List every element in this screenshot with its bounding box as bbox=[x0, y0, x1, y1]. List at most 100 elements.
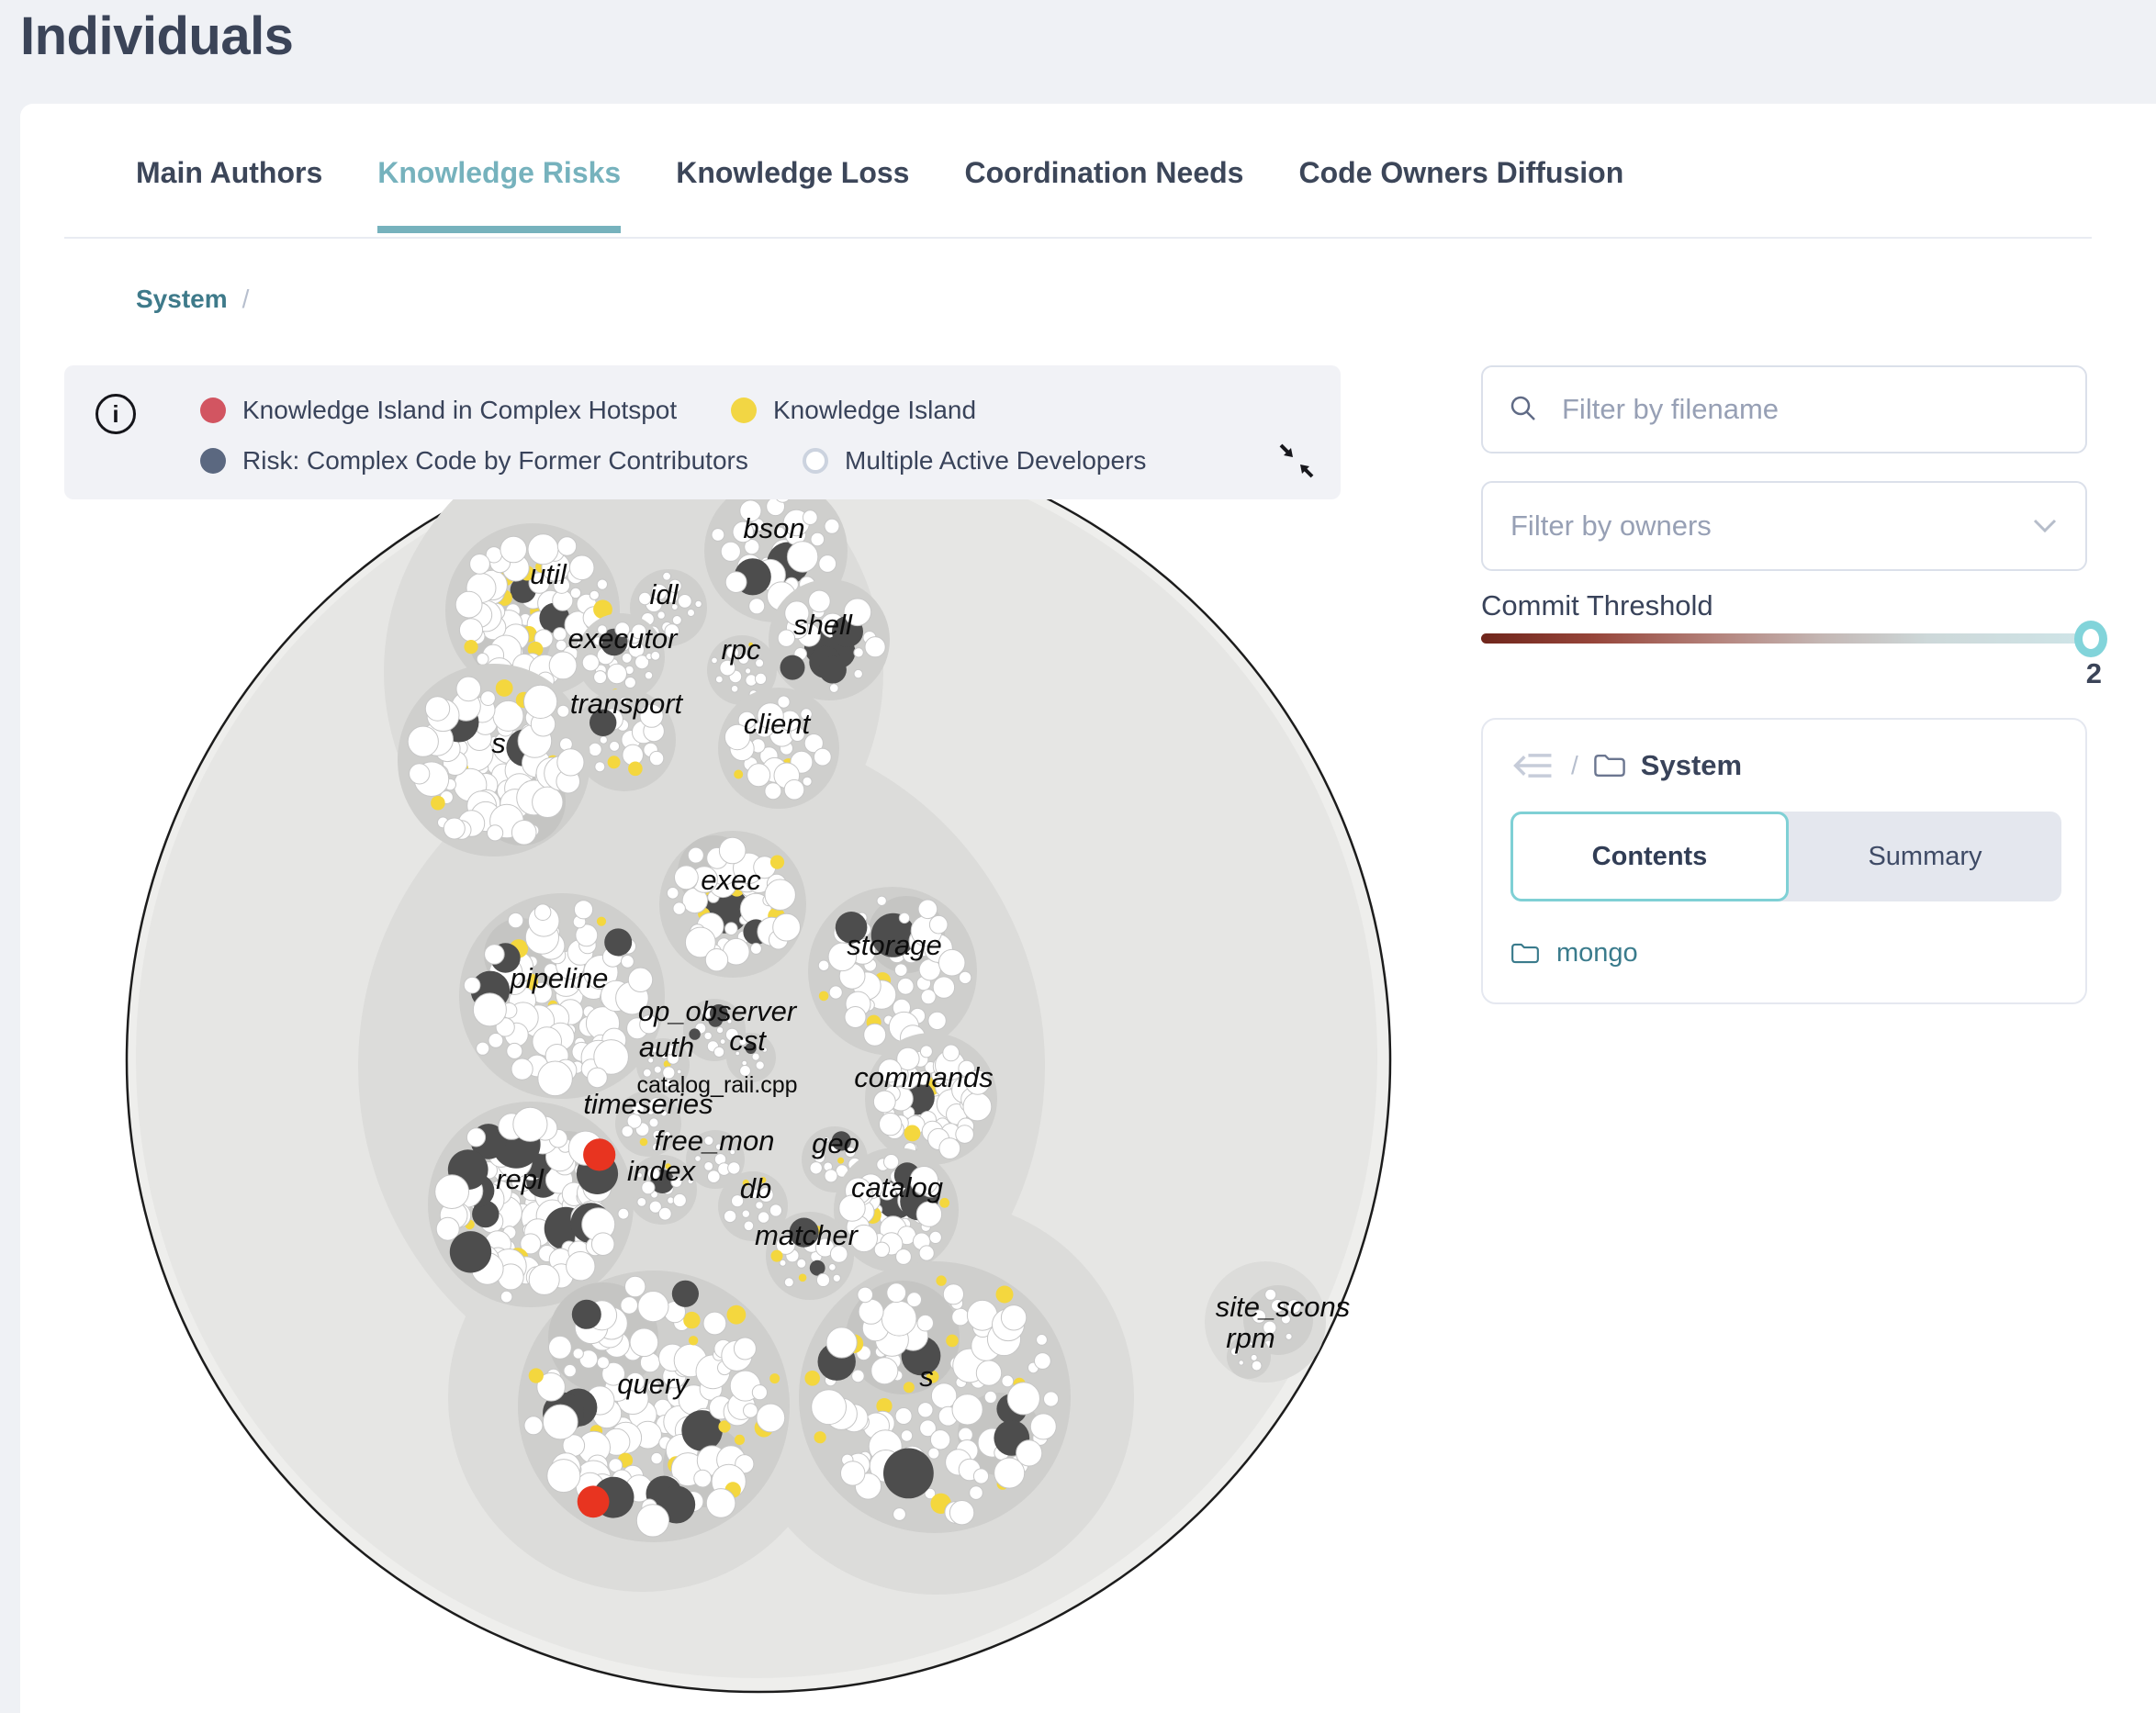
file-bubble[interactable] bbox=[524, 685, 557, 718]
file-bubble[interactable] bbox=[600, 736, 607, 744]
file-bubble[interactable] bbox=[1035, 1353, 1051, 1370]
file-bubble[interactable] bbox=[818, 960, 829, 971]
file-bubble[interactable] bbox=[557, 749, 584, 776]
file-bubble[interactable] bbox=[675, 866, 699, 890]
file-bubble[interactable] bbox=[895, 1408, 912, 1425]
file-bubble[interactable] bbox=[607, 664, 626, 683]
file-bubble[interactable] bbox=[622, 1125, 633, 1136]
file-bubble[interactable] bbox=[994, 1458, 1025, 1488]
file-bubble[interactable] bbox=[500, 1291, 512, 1303]
file-bubble[interactable] bbox=[597, 579, 607, 589]
file-bubble[interactable] bbox=[705, 949, 727, 971]
file-bubble[interactable] bbox=[1037, 1335, 1048, 1346]
file-bubble[interactable] bbox=[708, 1170, 721, 1183]
file-bubble[interactable] bbox=[896, 1249, 912, 1265]
file-bubble[interactable] bbox=[854, 648, 863, 657]
file-bubble[interactable] bbox=[625, 1276, 646, 1296]
file-bubble[interactable] bbox=[456, 677, 481, 701]
file-bubble[interactable] bbox=[943, 1045, 960, 1061]
file-bubble[interactable] bbox=[734, 770, 743, 779]
file-bubble[interactable] bbox=[804, 1371, 820, 1386]
file-bubble[interactable] bbox=[1286, 1333, 1292, 1339]
file-bubble[interactable] bbox=[488, 1034, 503, 1048]
file-bubble[interactable] bbox=[1001, 1305, 1026, 1330]
file-bubble[interactable] bbox=[533, 787, 563, 817]
file-bubble[interactable] bbox=[1007, 1383, 1039, 1415]
file-bubble[interactable] bbox=[918, 1403, 933, 1417]
file-bubble[interactable] bbox=[464, 640, 477, 654]
file-bubble[interactable] bbox=[466, 1128, 485, 1147]
file-bubble[interactable] bbox=[538, 1061, 573, 1096]
file-bubble[interactable] bbox=[667, 888, 679, 900]
file-bubble[interactable] bbox=[485, 945, 505, 965]
file-bubble[interactable] bbox=[871, 1358, 898, 1384]
file-bubble[interactable] bbox=[570, 588, 580, 598]
file-bubble[interactable] bbox=[1030, 1414, 1056, 1439]
file-bubble[interactable] bbox=[1002, 1375, 1014, 1387]
file-bubble[interactable] bbox=[747, 764, 770, 787]
file-bubble[interactable] bbox=[1044, 1392, 1059, 1406]
file-bubble[interactable] bbox=[939, 1138, 960, 1159]
file-bubble[interactable] bbox=[595, 762, 605, 772]
file-bubble[interactable] bbox=[689, 1336, 698, 1345]
file-bubble[interactable] bbox=[845, 1007, 866, 1028]
file-bubble[interactable] bbox=[597, 917, 606, 926]
file-bubble[interactable] bbox=[778, 696, 790, 708]
file-bubble[interactable] bbox=[604, 928, 632, 956]
file-bubble[interactable] bbox=[956, 1125, 974, 1144]
file-bubble[interactable] bbox=[511, 821, 536, 845]
file-bubble[interactable] bbox=[582, 655, 599, 671]
file-bubble[interactable] bbox=[678, 595, 691, 609]
file-bubble[interactable] bbox=[970, 1486, 983, 1500]
file-bubble[interactable] bbox=[963, 1092, 992, 1121]
file-bubble[interactable] bbox=[919, 1246, 934, 1260]
file-bubble[interactable] bbox=[731, 686, 738, 693]
file-bubble[interactable] bbox=[507, 1043, 522, 1058]
tab-coordination-needs[interactable]: Coordination Needs bbox=[964, 156, 1243, 233]
file-bubble[interactable] bbox=[728, 1162, 740, 1174]
info-icon[interactable]: i bbox=[95, 394, 136, 434]
tab-knowledge-risks[interactable]: Knowledge Risks bbox=[377, 156, 621, 233]
file-bubble[interactable] bbox=[720, 1039, 725, 1045]
file-bubble[interactable] bbox=[803, 510, 817, 525]
file-bubble[interactable] bbox=[757, 1404, 785, 1432]
file-bubble[interactable] bbox=[549, 1336, 572, 1359]
file-bubble[interactable] bbox=[450, 1231, 491, 1272]
file-bubble[interactable] bbox=[920, 1046, 932, 1058]
file-bubble[interactable] bbox=[742, 1210, 749, 1217]
commit-threshold-slider[interactable] bbox=[1481, 633, 2102, 644]
file-bubble[interactable] bbox=[873, 1091, 895, 1113]
file-bubble[interactable] bbox=[554, 628, 567, 641]
file-bubble[interactable] bbox=[444, 818, 465, 839]
file-bubble[interactable] bbox=[591, 1233, 614, 1256]
file-bubble[interactable] bbox=[887, 1283, 906, 1303]
file-bubble[interactable] bbox=[780, 1260, 786, 1266]
file-bubble[interactable] bbox=[864, 1024, 886, 1046]
file-bubble[interactable] bbox=[854, 669, 862, 677]
file-bubble[interactable] bbox=[435, 1175, 469, 1209]
file-bubble[interactable] bbox=[621, 1297, 638, 1315]
tab-knowledge-loss[interactable]: Knowledge Loss bbox=[676, 156, 909, 233]
tab-summary[interactable]: Summary bbox=[1789, 812, 2061, 901]
file-bubble[interactable] bbox=[833, 1274, 840, 1282]
file-bubble[interactable] bbox=[930, 1430, 949, 1450]
file-bubble[interactable] bbox=[477, 1042, 489, 1055]
file-bubble[interactable] bbox=[852, 1370, 865, 1383]
file-bubble[interactable] bbox=[727, 1305, 747, 1325]
file-bubble[interactable] bbox=[569, 555, 594, 580]
file-bubble[interactable] bbox=[830, 684, 839, 693]
file-bubble[interactable] bbox=[797, 1259, 806, 1268]
file-bubble[interactable] bbox=[470, 554, 490, 575]
file-bubble[interactable] bbox=[694, 1470, 712, 1487]
file-bubble[interactable] bbox=[756, 1061, 764, 1069]
file-bubble[interactable] bbox=[799, 1274, 807, 1282]
file-bubble[interactable] bbox=[976, 1360, 1001, 1385]
file-bubble[interactable] bbox=[573, 1349, 583, 1359]
file-bubble[interactable] bbox=[496, 679, 513, 697]
tab-code-owners-diffusion[interactable]: Code Owners Diffusion bbox=[1298, 156, 1623, 233]
collapse-icon[interactable] bbox=[1278, 442, 1315, 479]
file-bubble[interactable] bbox=[500, 536, 527, 563]
file-bubble[interactable] bbox=[529, 1264, 559, 1294]
file-bubble[interactable] bbox=[567, 1252, 595, 1281]
file-bubble[interactable] bbox=[1239, 1360, 1243, 1365]
